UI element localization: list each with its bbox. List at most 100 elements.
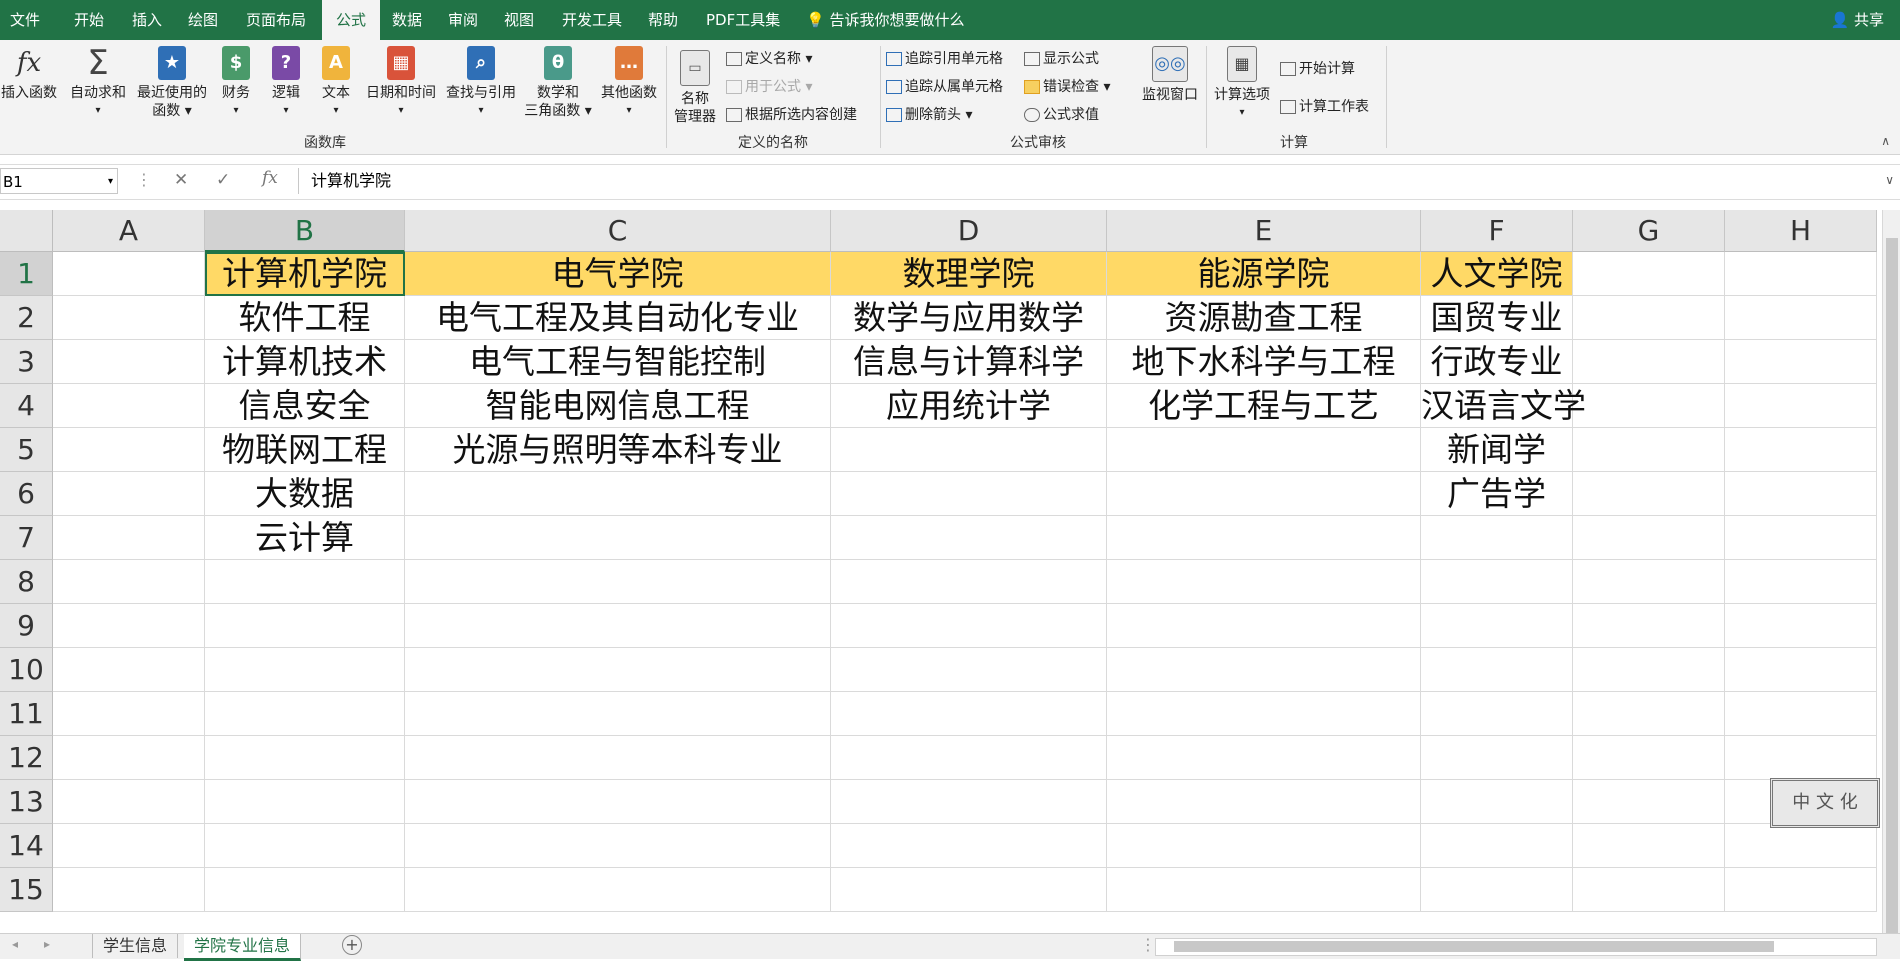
cell-a5[interactable] xyxy=(53,428,205,472)
cancel-icon[interactable]: ✕ xyxy=(174,170,188,190)
cell-d15[interactable] xyxy=(831,868,1107,912)
column-header-e[interactable]: E xyxy=(1107,210,1421,252)
cell-d4[interactable]: 应用统计学 xyxy=(831,384,1107,428)
cell-d9[interactable] xyxy=(831,604,1107,648)
logical-button[interactable]: ? 逻辑 ▾ xyxy=(266,46,306,120)
cell-c7[interactable] xyxy=(405,516,831,560)
cell-c1[interactable]: 电气学院 xyxy=(405,252,831,296)
cell-a10[interactable] xyxy=(53,648,205,692)
cell-e14[interactable] xyxy=(1107,824,1421,868)
cell-a14[interactable] xyxy=(53,824,205,868)
tab-formulas[interactable]: 公式 xyxy=(322,0,381,40)
column-header-f[interactable]: F xyxy=(1421,210,1573,252)
cell-g6[interactable] xyxy=(1573,472,1725,516)
cell-h15[interactable] xyxy=(1725,868,1877,912)
cell-c5[interactable]: 光源与照明等本科专业 xyxy=(405,428,831,472)
tell-me-box[interactable]: 💡 告诉我你想要做什么 xyxy=(806,0,964,40)
cell-g1[interactable] xyxy=(1573,252,1725,296)
cell-c4[interactable]: 智能电网信息工程 xyxy=(405,384,831,428)
cell-d14[interactable] xyxy=(831,824,1107,868)
row-header-15[interactable]: 15 xyxy=(0,868,53,912)
financial-button[interactable]: $ 财务 ▾ xyxy=(216,46,256,120)
horizontal-scrollbar[interactable] xyxy=(1155,938,1877,956)
cell-a2[interactable] xyxy=(53,296,205,340)
column-header-d[interactable]: D xyxy=(831,210,1107,252)
tab-file[interactable]: 文件 xyxy=(10,0,40,40)
create-from-selection-button[interactable]: 根据所选内容创建 xyxy=(726,104,857,124)
define-name-button[interactable]: 定义名称 ▾ xyxy=(726,48,812,68)
more-functions-button[interactable]: … 其他函数 ▾ xyxy=(596,46,662,120)
cell-a8[interactable] xyxy=(53,560,205,604)
horizontal-scroll-thumb[interactable] xyxy=(1174,941,1774,952)
cell-d10[interactable] xyxy=(831,648,1107,692)
name-box[interactable]: B1 ▾ xyxy=(0,168,118,194)
expand-formula-icon[interactable]: ∨ xyxy=(1885,173,1894,187)
cell-g9[interactable] xyxy=(1573,604,1725,648)
tab-help[interactable]: 帮助 xyxy=(648,0,678,40)
cell-d12[interactable] xyxy=(831,736,1107,780)
calculate-now-button[interactable]: 开始计算 xyxy=(1280,58,1355,78)
tab-review[interactable]: 审阅 xyxy=(448,0,478,40)
cell-e11[interactable] xyxy=(1107,692,1421,736)
cell-a13[interactable] xyxy=(53,780,205,824)
cell-d8[interactable] xyxy=(831,560,1107,604)
cell-g12[interactable] xyxy=(1573,736,1725,780)
tab-insert[interactable]: 插入 xyxy=(132,0,162,40)
cell-a11[interactable] xyxy=(53,692,205,736)
row-header-13[interactable]: 13 xyxy=(0,780,53,824)
cell-b10[interactable] xyxy=(205,648,405,692)
cell-c14[interactable] xyxy=(405,824,831,868)
cell-h6[interactable] xyxy=(1725,472,1877,516)
cell-e6[interactable] xyxy=(1107,472,1421,516)
trace-precedents-button[interactable]: 追踪引用单元格 xyxy=(886,48,1003,68)
cell-c6[interactable] xyxy=(405,472,831,516)
insert-function-button[interactable]: fx 插入函数 xyxy=(0,46,58,102)
cell-f11[interactable] xyxy=(1421,692,1573,736)
tab-pdf-tools[interactable]: PDF工具集 xyxy=(706,0,780,40)
cell-b5[interactable]: 物联网工程 xyxy=(205,428,405,472)
cell-f15[interactable] xyxy=(1421,868,1573,912)
tab-data[interactable]: 数据 xyxy=(392,0,422,40)
cell-g5[interactable] xyxy=(1573,428,1725,472)
cell-g3[interactable] xyxy=(1573,340,1725,384)
cell-g8[interactable] xyxy=(1573,560,1725,604)
cell-e5[interactable] xyxy=(1107,428,1421,472)
cell-e9[interactable] xyxy=(1107,604,1421,648)
insert-function-icon[interactable]: fx xyxy=(262,168,278,188)
cell-c12[interactable] xyxy=(405,736,831,780)
cell-b4[interactable]: 信息安全 xyxy=(205,384,405,428)
cell-e12[interactable] xyxy=(1107,736,1421,780)
cell-c13[interactable] xyxy=(405,780,831,824)
sheet-tab-college-majors[interactable]: 学院专业信息 xyxy=(184,934,302,961)
cell-e15[interactable] xyxy=(1107,868,1421,912)
row-header-4[interactable]: 4 xyxy=(0,384,53,428)
remove-arrows-button[interactable]: 删除箭头 ▾ xyxy=(886,104,972,124)
row-header-8[interactable]: 8 xyxy=(0,560,53,604)
cell-h2[interactable] xyxy=(1725,296,1877,340)
cell-c8[interactable] xyxy=(405,560,831,604)
cell-a9[interactable] xyxy=(53,604,205,648)
row-header-11[interactable]: 11 xyxy=(0,692,53,736)
cell-a4[interactable] xyxy=(53,384,205,428)
cell-e2[interactable]: 资源勘查工程 xyxy=(1107,296,1421,340)
row-header-12[interactable]: 12 xyxy=(0,736,53,780)
cell-h1[interactable] xyxy=(1725,252,1877,296)
cell-a3[interactable] xyxy=(53,340,205,384)
cell-g13[interactable] xyxy=(1573,780,1725,824)
trace-dependents-button[interactable]: 追踪从属单元格 xyxy=(886,76,1003,96)
cell-a6[interactable] xyxy=(53,472,205,516)
cell-e1[interactable]: 能源学院 xyxy=(1107,252,1421,296)
cell-c9[interactable] xyxy=(405,604,831,648)
cell-b3[interactable]: 计算机技术 xyxy=(205,340,405,384)
check-icon[interactable]: ✓ xyxy=(216,170,230,190)
formula-input[interactable]: 计算机学院 xyxy=(298,168,1886,194)
cell-b2[interactable]: 软件工程 xyxy=(205,296,405,340)
add-sheet-icon[interactable]: + xyxy=(342,935,362,955)
column-header-b[interactable]: B xyxy=(205,210,405,252)
math-trig-button[interactable]: θ 数学和 三角函数 ▾ xyxy=(522,46,594,120)
cell-f4[interactable]: 汉语言文学 xyxy=(1421,384,1586,428)
worksheet-grid[interactable]: A B C D E F G H 1 计算机学院 电气学院 数理学院 能源学院 人文学院 2 软… xyxy=(0,210,1882,933)
column-header-c[interactable]: C xyxy=(405,210,831,252)
tab-home[interactable]: 开始 xyxy=(74,0,104,40)
row-header-14[interactable]: 14 xyxy=(0,824,53,868)
